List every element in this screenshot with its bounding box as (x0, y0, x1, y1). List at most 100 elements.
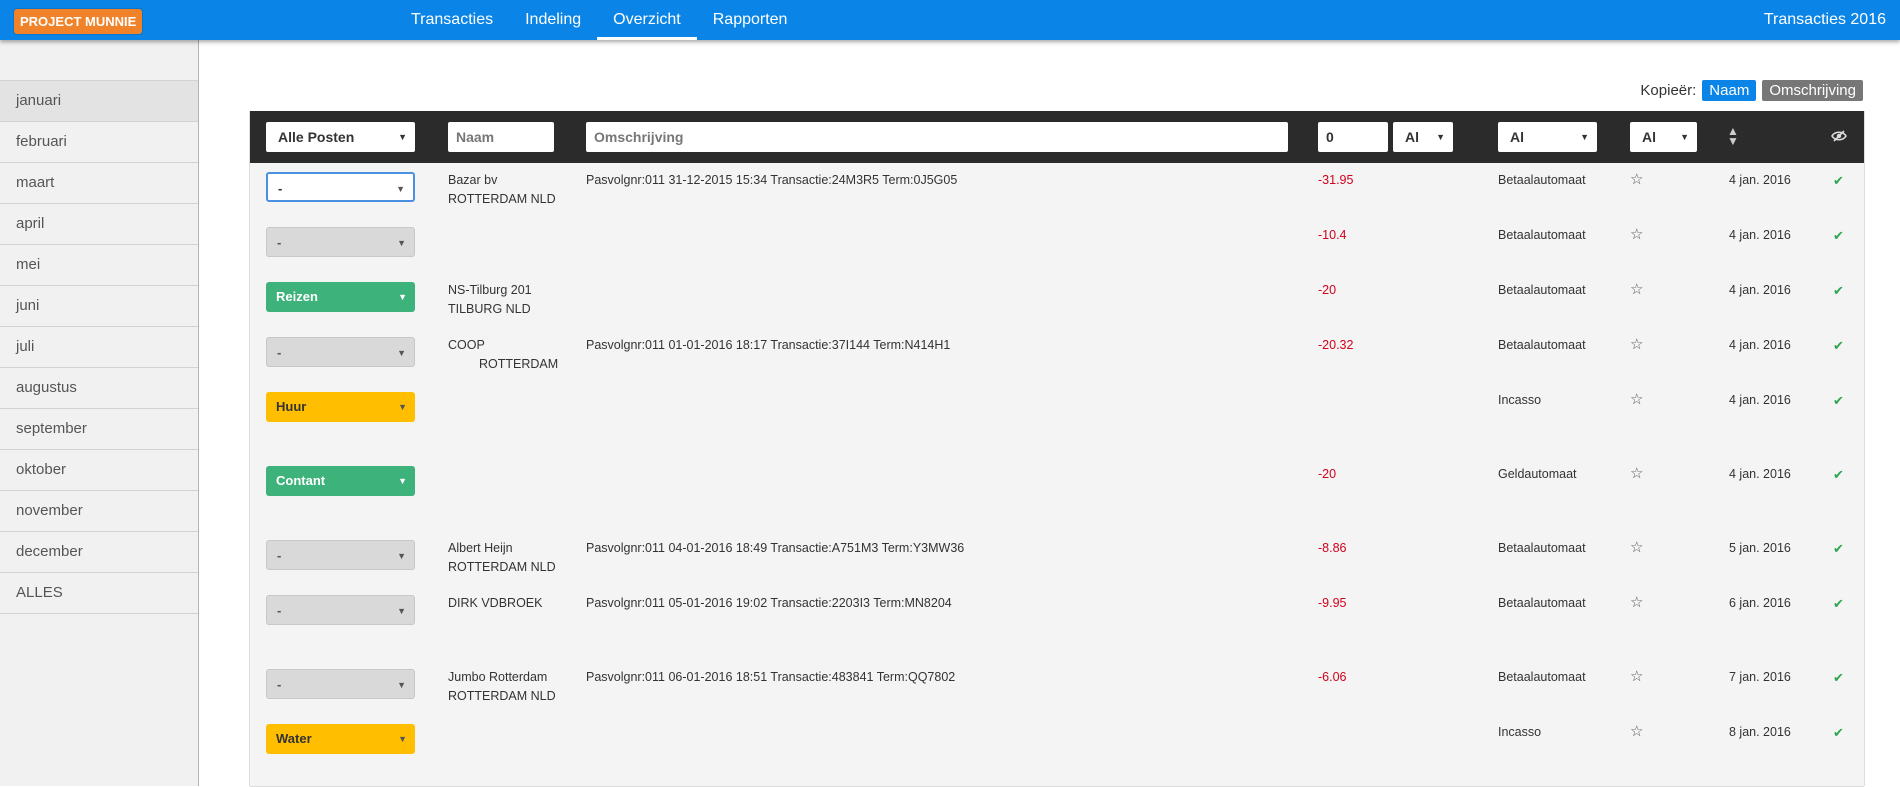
check-icon[interactable]: ✔ (1833, 668, 1844, 687)
row-date: 4 jan. 2016 (1729, 228, 1791, 242)
row-amount: -8.86 (1318, 541, 1347, 555)
check-icon[interactable]: ✔ (1833, 171, 1844, 190)
sidebar-item-oktober[interactable]: oktober (0, 450, 198, 491)
sidebar-item-september[interactable]: september (0, 409, 198, 450)
sidebar-item-november[interactable]: november (0, 491, 198, 532)
row-name[interactable]: COOP ROTTERDAM (448, 336, 568, 374)
row-date: 4 jan. 2016 (1729, 393, 1791, 407)
row-type: Geldautomaat (1498, 467, 1577, 481)
check-icon[interactable]: ✔ (1833, 723, 1844, 742)
star-icon[interactable]: ☆ (1630, 170, 1643, 189)
chevron-down-icon: ▼ (397, 238, 406, 248)
nav-rapporten[interactable]: Rapporten (697, 0, 804, 40)
category-select[interactable]: - ▼ (266, 172, 415, 202)
category-select[interactable]: - ▼ (266, 540, 415, 570)
row-name[interactable]: Bazar bv ROTTERDAM NLD (448, 171, 568, 209)
category-select[interactable]: - ▼ (266, 337, 415, 367)
table-row: - ▼ COOP ROTTERDAM Pasvolgnr:011 01-01-2016 … (250, 328, 1864, 384)
row-amount: -6.06 (1318, 670, 1347, 684)
chevron-down-icon: ▼ (398, 292, 407, 302)
copy-omschrijving-button[interactable]: Omschrijving (1762, 80, 1863, 101)
sidebar-item-alles[interactable]: ALLES (0, 573, 198, 614)
row-date: 8 jan. 2016 (1729, 725, 1791, 739)
type-filter-select[interactable]: Al ▼ (1498, 122, 1597, 152)
check-icon[interactable]: ✔ (1833, 226, 1844, 245)
table-row: - ▼ Jumbo Rotterdam ROTTERDAM NLD Pasvolgnr:… (250, 660, 1864, 716)
name-line-1: COOP (448, 338, 485, 352)
check-icon[interactable]: ✔ (1833, 336, 1844, 355)
table-filter-header: Alle Posten ▼ Naam Omschrijving 0 Al ▼ Al ▼… (250, 111, 1864, 163)
star-icon[interactable]: ☆ (1630, 593, 1643, 612)
row-description[interactable]: Pasvolgnr:011 01-01-2016 18:17 Transacti… (586, 336, 1286, 355)
amount-operator-select[interactable]: Al ▼ (1393, 122, 1453, 152)
star-icon[interactable]: ☆ (1630, 722, 1643, 741)
category-select[interactable]: Water ▼ (266, 724, 415, 754)
sidebar: januari februari maart april mei juni juli augu… (0, 40, 199, 786)
naam-filter-input[interactable]: Naam (448, 122, 554, 152)
star-icon[interactable]: ☆ (1630, 667, 1643, 686)
check-icon[interactable]: ✔ (1833, 594, 1844, 613)
category-select[interactable]: Huur ▼ (266, 392, 415, 422)
sidebar-item-mei[interactable]: mei (0, 245, 198, 286)
star-icon[interactable]: ☆ (1630, 335, 1643, 354)
row-description[interactable]: Pasvolgnr:011 05-01-2016 19:02 Transacti… (586, 594, 1286, 613)
sidebar-item-januari[interactable]: januari (0, 80, 198, 122)
amount-operator-value: Al (1405, 129, 1419, 145)
check-icon[interactable]: ✔ (1833, 539, 1844, 558)
category-select[interactable]: Reizen ▼ (266, 282, 415, 312)
row-name[interactable]: Albert Heijn ROTTERDAM NLD (448, 539, 568, 577)
eye-slash-icon[interactable] (1831, 129, 1847, 146)
category-filter-value: Alle Posten (278, 129, 355, 145)
row-date: 7 jan. 2016 (1729, 670, 1791, 684)
table-row: - ▼ Bazar bv ROTTERDAM NLD Pasvolgnr:011 31-… (250, 163, 1864, 219)
sidebar-item-juli[interactable]: juli (0, 327, 198, 368)
star-icon[interactable]: ☆ (1630, 225, 1643, 244)
check-icon[interactable]: ✔ (1833, 281, 1844, 300)
category-select[interactable]: - ▼ (266, 669, 415, 699)
omschrijving-filter-input[interactable]: Omschrijving (586, 122, 1288, 152)
check-icon[interactable]: ✔ (1833, 391, 1844, 410)
nav-transacties[interactable]: Transacties (395, 0, 509, 40)
copy-naam-button[interactable]: Naam (1702, 80, 1757, 101)
name-line-1: Bazar bv (448, 173, 498, 187)
nav-overzicht[interactable]: Overzicht (597, 0, 697, 40)
category-select[interactable]: Contant ▼ (266, 466, 415, 496)
row-type: Betaalautomaat (1498, 670, 1586, 684)
category-filter-select[interactable]: Alle Posten ▼ (266, 122, 415, 152)
star-icon[interactable]: ☆ (1630, 280, 1643, 299)
row-name[interactable]: NS-Tilburg 201 TILBURG NLD (448, 281, 568, 319)
brand-logo[interactable]: PROJECT MUNNIE (14, 9, 143, 34)
sidebar-item-juni[interactable]: juni (0, 286, 198, 327)
check-icon[interactable]: ✔ (1833, 465, 1844, 484)
star-icon[interactable]: ☆ (1630, 390, 1643, 409)
chevron-down-icon: ▼ (397, 680, 406, 690)
category-select[interactable]: - ▼ (266, 227, 415, 257)
name-line-1: NS-Tilburg 201 (448, 283, 532, 297)
name-line-2: ROTTERDAM (479, 357, 559, 371)
row-name[interactable]: Jumbo Rotterdam ROTTERDAM NLD (448, 668, 568, 706)
sidebar-item-augustus[interactable]: augustus (0, 368, 198, 409)
chevron-down-icon: ▼ (398, 734, 407, 744)
star-icon[interactable]: ☆ (1630, 538, 1643, 557)
sidebar-item-maart[interactable]: maart (0, 163, 198, 204)
sort-icon[interactable]: ▲ ▼ (1727, 125, 1739, 147)
row-name[interactable]: DIRK VDBROEK (448, 594, 568, 613)
star-filter-select[interactable]: Al ▼ (1630, 122, 1697, 152)
row-description[interactable]: Pasvolgnr:011 31-12-2015 15:34 Transacti… (586, 171, 1286, 190)
row-type: Incasso (1498, 393, 1542, 407)
amount-filter-input[interactable]: 0 (1318, 122, 1388, 152)
row-type: Betaalautomaat (1498, 338, 1586, 352)
row-date: 4 jan. 2016 (1729, 338, 1791, 352)
sidebar-item-februari[interactable]: februari (0, 122, 198, 163)
star-icon[interactable]: ☆ (1630, 464, 1643, 483)
row-type: Betaalautomaat (1498, 283, 1586, 297)
category-select[interactable]: - ▼ (266, 595, 415, 625)
table-row: - ▼ -10.4 Betaalautomaat ☆ 4 jan. 2016 ✔ (250, 218, 1864, 274)
row-description[interactable]: Pasvolgnr:011 04-01-2016 18:49 Transacti… (586, 539, 1286, 558)
sidebar-item-april[interactable]: april (0, 204, 198, 245)
sidebar-item-december[interactable]: december (0, 532, 198, 573)
copy-toolbar: Kopieër: Naam Omschrijving (1640, 80, 1863, 101)
page-year-title: Transacties 2016 (1763, 11, 1886, 28)
nav-indeling[interactable]: Indeling (509, 0, 597, 40)
row-description[interactable]: Pasvolgnr:011 06-01-2016 18:51 Transacti… (586, 668, 1286, 687)
